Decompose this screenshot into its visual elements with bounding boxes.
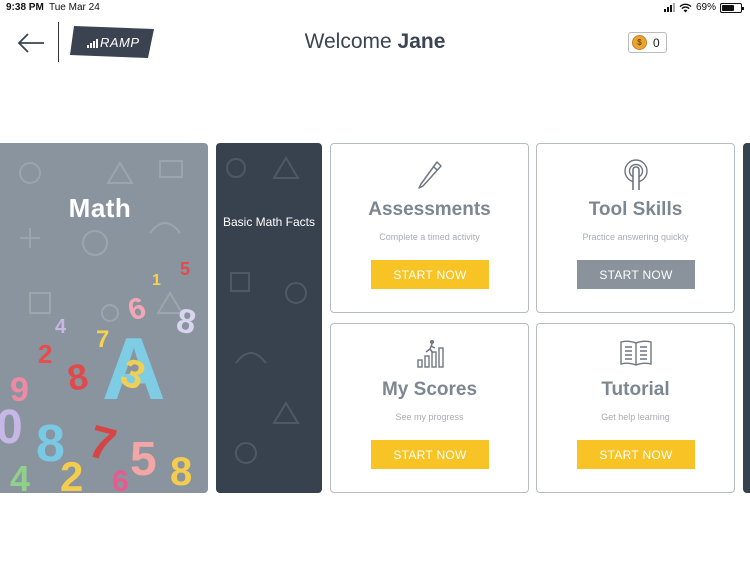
svg-text:5: 5 (130, 433, 157, 486)
svg-text:8: 8 (170, 450, 192, 493)
svg-text:8: 8 (174, 301, 199, 342)
card-subtitle: See my progress (395, 412, 464, 422)
my-scores-card: My Scores See my progress START NOW (330, 323, 529, 493)
card-title: Tutorial (601, 379, 670, 400)
tutorial-start-button[interactable]: START NOW (577, 440, 695, 469)
status-time: 9:38 PM (6, 2, 44, 13)
svg-text:4: 4 (10, 458, 30, 493)
assessments-card: Assessments Complete a timed activity ST… (330, 143, 529, 313)
card-subtitle: Complete a timed activity (379, 232, 480, 242)
tool-skills-card: Tool Skills Practice answering quickly S… (536, 143, 735, 313)
battery-percent: 69% (695, 2, 716, 13)
assessments-start-button[interactable]: START NOW (371, 260, 489, 289)
doodle-pattern (226, 156, 307, 464)
card-title: Assessments (368, 199, 491, 220)
svg-text:5: 5 (180, 259, 190, 279)
user-name: Jane (397, 30, 446, 53)
card-subtitle: Practice answering quickly (582, 232, 689, 242)
topic-title: Basic Math Facts (222, 215, 316, 229)
svg-text:0: 0 (0, 401, 23, 454)
svg-text:2: 2 (38, 339, 52, 369)
coin-icon: $ (632, 35, 647, 50)
tool-skills-start-button[interactable]: START NOW (577, 260, 695, 289)
svg-text:7: 7 (96, 326, 109, 353)
book-icon (619, 340, 652, 366)
svg-text:7: 7 (83, 414, 121, 471)
subject-panel-math[interactable]: Math 8 6 5 1 A 2 9 8 3 0 8 7 5 8 2 4 6 7… (0, 143, 208, 493)
touch-finger-icon (623, 159, 648, 190)
welcome-prefix: Welcome (304, 30, 392, 53)
subject-title: Math (68, 193, 132, 223)
status-bar: 9:38 PM Tue Mar 24 69% (0, 0, 750, 16)
svg-text:6: 6 (112, 465, 129, 493)
next-panel-edge[interactable] (743, 143, 750, 493)
wifi-icon (679, 3, 692, 12)
card-subtitle: Get help learning (601, 412, 670, 422)
card-title: My Scores (381, 379, 478, 400)
topic-panel-basic-math-facts[interactable]: Basic Math Facts (216, 143, 322, 493)
coin-balance[interactable]: $ 0 (628, 32, 667, 53)
my-scores-start-button[interactable]: START NOW (371, 440, 489, 469)
tutorial-card: Tutorial Get help learning START NOW (536, 323, 735, 493)
svg-text:8: 8 (64, 355, 91, 399)
signal-icon (663, 3, 675, 12)
status-date: Tue Mar 24 (49, 2, 100, 13)
colorful-numbers-illustration: 8 6 5 1 A 2 9 8 3 0 8 7 5 8 2 4 6 7 4 (0, 259, 199, 493)
status-indicators: 69% (663, 2, 744, 13)
battery-icon (720, 2, 744, 13)
progress-chart-icon (416, 340, 444, 368)
svg-text:2: 2 (60, 453, 83, 493)
svg-text:1: 1 (152, 272, 161, 289)
app-header: RAMP Welcome Jane $ 0 (0, 16, 750, 70)
coin-count: 0 (653, 35, 660, 50)
card-title: Tool Skills (588, 199, 683, 220)
pencil-icon (417, 161, 442, 189)
svg-text:4: 4 (55, 316, 67, 338)
